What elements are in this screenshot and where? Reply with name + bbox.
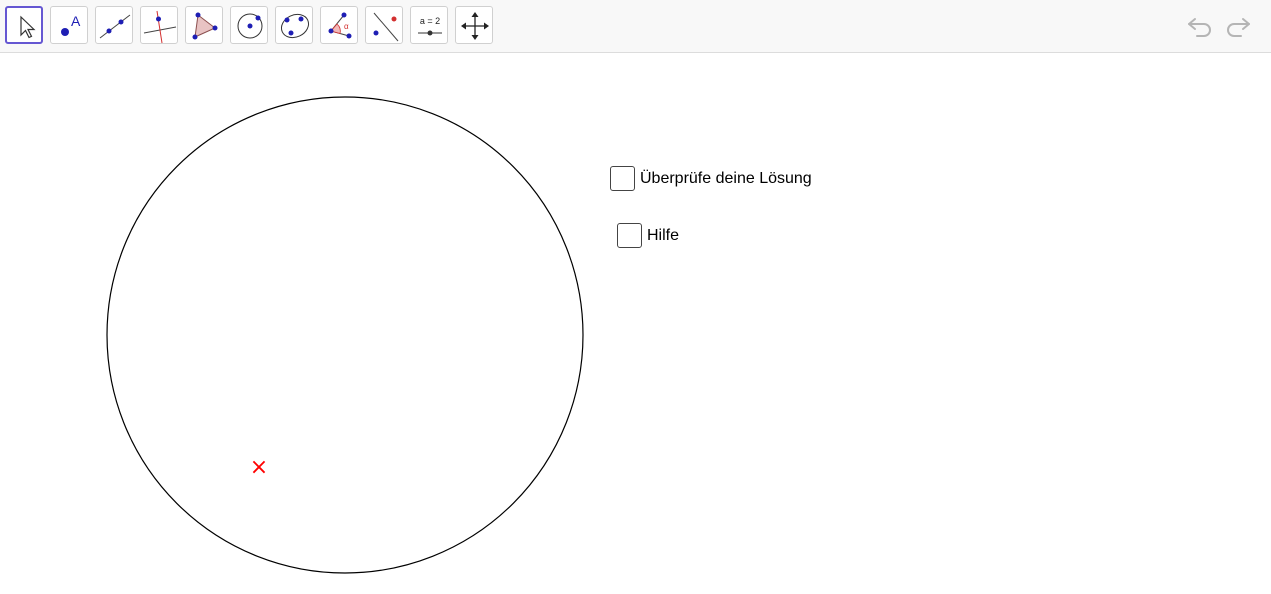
redo-icon xyxy=(1227,18,1250,37)
check-solution-row[interactable]: Überprüfe deine Lösung xyxy=(610,166,812,191)
circle-tool-button[interactable] xyxy=(230,6,268,44)
polygon-tool-button[interactable] xyxy=(185,6,223,44)
angle-icon: α xyxy=(328,12,352,39)
redo-button[interactable] xyxy=(1221,12,1253,40)
slider-icon: a = 2 xyxy=(418,16,442,36)
red-cross-marker[interactable]: × xyxy=(250,455,268,480)
check-solution-label: Überprüfe deine Lösung xyxy=(640,169,812,187)
line-icon xyxy=(99,14,131,39)
undo-icon xyxy=(1188,18,1211,37)
point-icon: A xyxy=(61,13,81,36)
graphics-svg: × xyxy=(106,96,584,574)
angle-tool-button[interactable]: α xyxy=(320,6,358,44)
help-label: Hilfe xyxy=(647,226,680,244)
reflect-tool-button[interactable] xyxy=(365,6,403,44)
help-row[interactable]: Hilfe xyxy=(617,223,679,248)
line-tool-button[interactable] xyxy=(95,6,133,44)
conic-icon xyxy=(280,13,310,39)
slider-tool-label: a = 2 xyxy=(420,16,440,26)
point-tool-label: A xyxy=(71,13,81,29)
polygon-icon xyxy=(192,12,218,40)
help-checkbox[interactable] xyxy=(617,223,642,248)
construction-circle[interactable] xyxy=(106,96,584,574)
check-solution-checkbox[interactable] xyxy=(610,166,635,191)
move-arrows-icon xyxy=(461,12,489,40)
move-graphics-view-tool-button[interactable] xyxy=(455,6,493,44)
perpendicular-line-icon xyxy=(143,10,177,44)
graphics-view[interactable]: × Überprüfe deine Lösung Hilfe xyxy=(0,53,1271,594)
move-tool-button[interactable] xyxy=(5,6,43,44)
conic-tool-button[interactable] xyxy=(275,6,313,44)
angle-tool-label: α xyxy=(344,22,349,31)
toolbar: A α a = 2 xyxy=(0,0,1271,53)
circle-icon xyxy=(237,13,263,39)
cursor-arrow-icon xyxy=(20,15,36,39)
point-tool-button[interactable]: A xyxy=(50,6,88,44)
reflect-icon xyxy=(373,12,399,42)
undo-button[interactable] xyxy=(1185,12,1217,40)
slider-tool-button[interactable]: a = 2 xyxy=(410,6,448,44)
perpendicular-line-tool-button[interactable] xyxy=(140,6,178,44)
